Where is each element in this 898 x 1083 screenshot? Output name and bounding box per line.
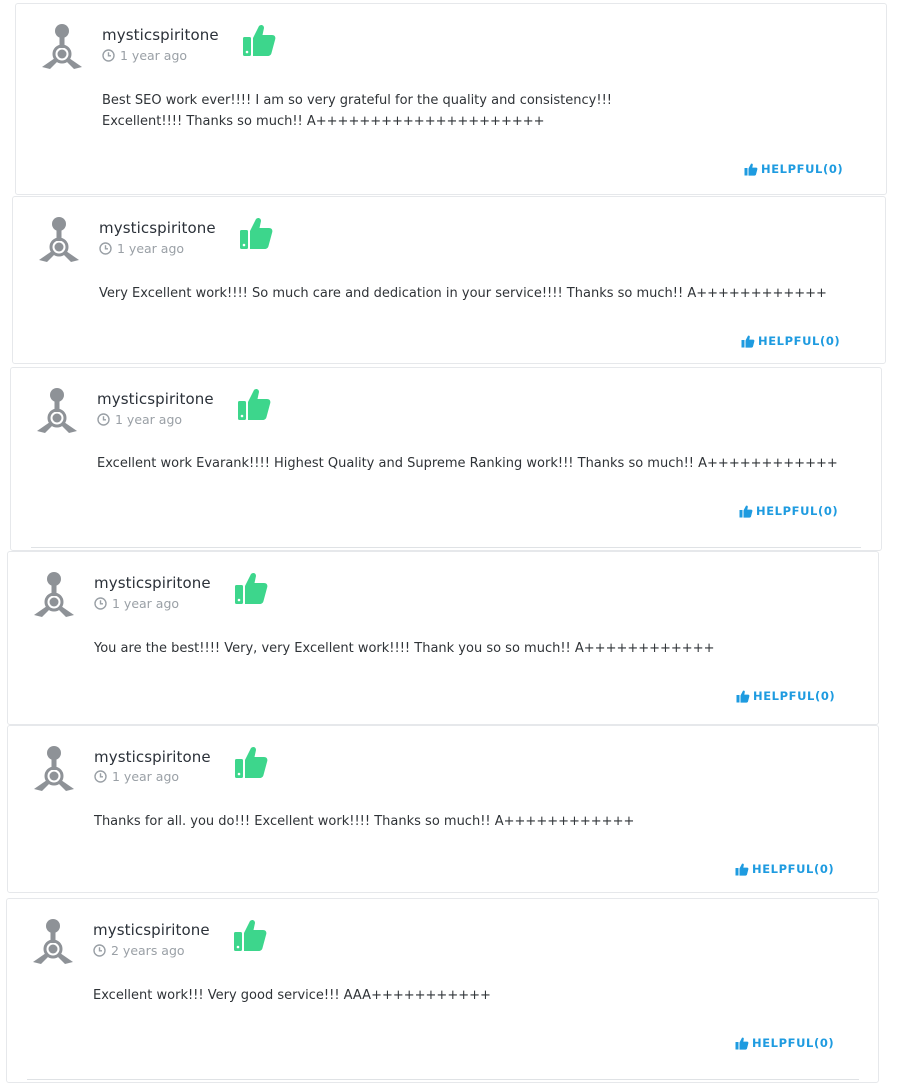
review-timestamp: 1 year ago bbox=[97, 412, 182, 427]
avatar-icon bbox=[30, 744, 78, 794]
review-username[interactable]: mysticspiritone bbox=[102, 26, 219, 44]
review-card: mysticspiritone 1 year ago Best SEO work… bbox=[15, 3, 887, 195]
thumbs-up-icon bbox=[232, 744, 270, 782]
helpful-label: HELPFUL(0) bbox=[758, 334, 841, 348]
helpful-label: HELPFUL(0) bbox=[753, 689, 836, 703]
small-thumbs-up-icon bbox=[744, 163, 758, 176]
clock-icon bbox=[94, 770, 107, 783]
avatar-icon bbox=[30, 570, 78, 620]
review-card: mysticspiritone 1 year ago Thanks for al… bbox=[7, 725, 879, 893]
thumbs-up-icon bbox=[237, 215, 275, 253]
helpful-button[interactable]: HELPFUL(0) bbox=[735, 862, 834, 876]
small-thumbs-up-icon bbox=[739, 505, 753, 518]
helpful-label: HELPFUL(0) bbox=[752, 862, 835, 876]
review-username[interactable]: mysticspiritone bbox=[97, 390, 214, 408]
small-thumbs-up-icon bbox=[736, 690, 750, 703]
review-text: Best SEO work ever!!!! I am so very grat… bbox=[102, 93, 612, 129]
review-timestamp: 2 years ago bbox=[93, 943, 185, 958]
review-time-text: 1 year ago bbox=[120, 48, 188, 63]
clock-icon bbox=[94, 597, 107, 610]
review-timestamp: 1 year ago bbox=[102, 48, 187, 63]
small-thumbs-up-icon bbox=[735, 1037, 749, 1050]
review-username[interactable]: mysticspiritone bbox=[93, 921, 210, 939]
helpful-label: HELPFUL(0) bbox=[752, 1036, 835, 1050]
thumbs-up-icon bbox=[232, 570, 270, 608]
thumbs-up-icon bbox=[240, 22, 278, 60]
review-text: You are the best!!!! Very, very Excellen… bbox=[94, 641, 715, 656]
review-timestamp: 1 year ago bbox=[94, 769, 179, 784]
review-username[interactable]: mysticspiritone bbox=[94, 574, 211, 592]
clock-icon bbox=[102, 49, 115, 62]
review-text: Excellent work Evarank!!!! Highest Quali… bbox=[97, 456, 838, 471]
avatar-icon bbox=[38, 22, 86, 72]
helpful-label: HELPFUL(0) bbox=[756, 504, 839, 518]
review-username[interactable]: mysticspiritone bbox=[99, 219, 216, 237]
thumbs-up-icon bbox=[235, 386, 273, 424]
review-time-text: 1 year ago bbox=[115, 412, 183, 427]
review-time-text: 1 year ago bbox=[112, 596, 180, 611]
review-text: Excellent work!!! Very good service!!! A… bbox=[93, 988, 491, 1003]
helpful-label: HELPFUL(0) bbox=[761, 162, 844, 176]
divider bbox=[27, 1079, 859, 1080]
helpful-button[interactable]: HELPFUL(0) bbox=[739, 504, 838, 518]
review-text: Thanks for all. you do!!! Excellent work… bbox=[94, 814, 635, 829]
helpful-button[interactable]: HELPFUL(0) bbox=[735, 1036, 834, 1050]
review-time-text: 1 year ago bbox=[112, 769, 180, 784]
avatar-icon bbox=[33, 386, 81, 436]
review-time-text: 2 years ago bbox=[111, 943, 185, 958]
clock-icon bbox=[93, 944, 106, 957]
small-thumbs-up-icon bbox=[741, 335, 755, 348]
review-text: Very Excellent work!!!! So much care and… bbox=[99, 286, 827, 301]
helpful-button[interactable]: HELPFUL(0) bbox=[744, 162, 843, 176]
review-card: mysticspiritone 1 year ago Excellent wor… bbox=[10, 367, 882, 551]
avatar-icon bbox=[35, 215, 83, 265]
review-card: mysticspiritone 2 years ago Excellent wo… bbox=[6, 898, 879, 1083]
clock-icon bbox=[99, 242, 112, 255]
small-thumbs-up-icon bbox=[735, 863, 749, 876]
review-timestamp: 1 year ago bbox=[94, 596, 179, 611]
review-username[interactable]: mysticspiritone bbox=[94, 748, 211, 766]
divider bbox=[31, 547, 861, 548]
avatar-icon bbox=[29, 917, 77, 967]
review-timestamp: 1 year ago bbox=[99, 241, 184, 256]
helpful-button[interactable]: HELPFUL(0) bbox=[736, 689, 835, 703]
review-card: mysticspiritone 1 year ago Very Excellen… bbox=[12, 196, 886, 364]
review-card: mysticspiritone 1 year ago You are the b… bbox=[7, 551, 879, 725]
helpful-button[interactable]: HELPFUL(0) bbox=[741, 334, 840, 348]
clock-icon bbox=[97, 413, 110, 426]
thumbs-up-icon bbox=[231, 917, 269, 955]
review-time-text: 1 year ago bbox=[117, 241, 185, 256]
